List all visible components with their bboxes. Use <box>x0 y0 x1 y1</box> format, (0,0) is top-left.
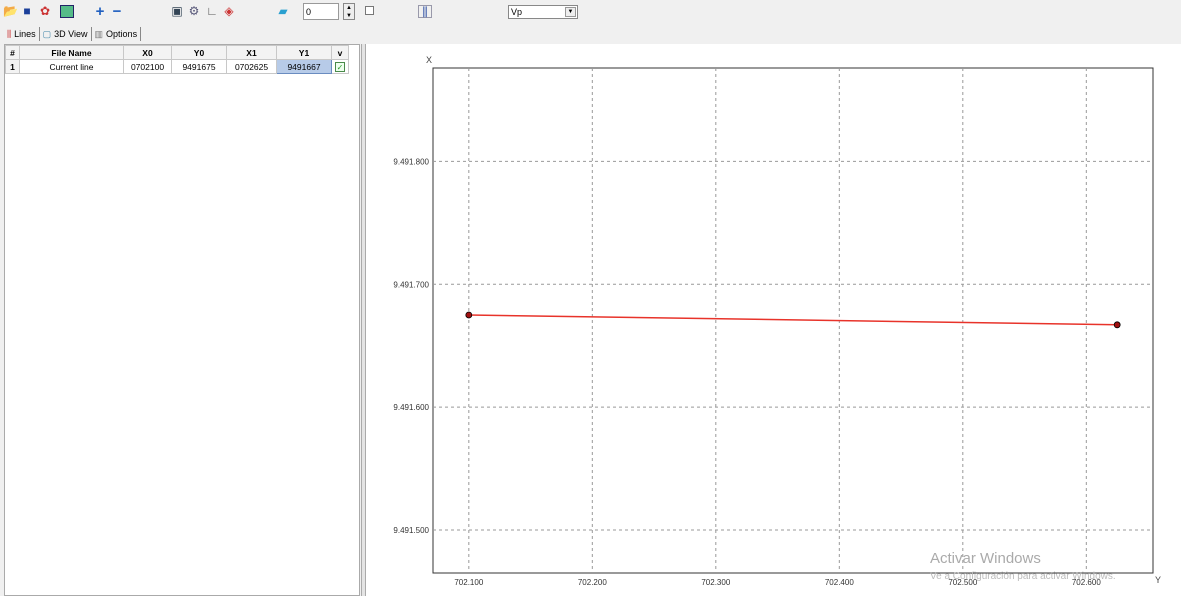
x-tick-label: 702.200 <box>578 578 607 587</box>
y-axis-label: X <box>426 55 432 65</box>
y-tick-label: 9.491.700 <box>393 280 429 289</box>
x-tick-label: 702.100 <box>454 578 483 587</box>
y-tick-label: 9.491.600 <box>393 403 429 412</box>
data-point <box>1113 321 1121 329</box>
data-point <box>465 311 473 319</box>
line-chart: 702.100 702.200 702.300 702.400 702.500 702.6… <box>393 55 1161 587</box>
x-tick-label: 702.400 <box>825 578 854 587</box>
x-axis-label: Y <box>1155 575 1161 585</box>
y-tick-label: 9.491.500 <box>393 526 429 535</box>
watermark-title: Activar Windows <box>930 550 1041 567</box>
y-tick-label: 9.491.800 <box>393 157 429 166</box>
x-tick-label: 702.300 <box>701 578 730 587</box>
watermark-subtitle: Ve a Configuración para activar Windows. <box>930 571 1116 582</box>
